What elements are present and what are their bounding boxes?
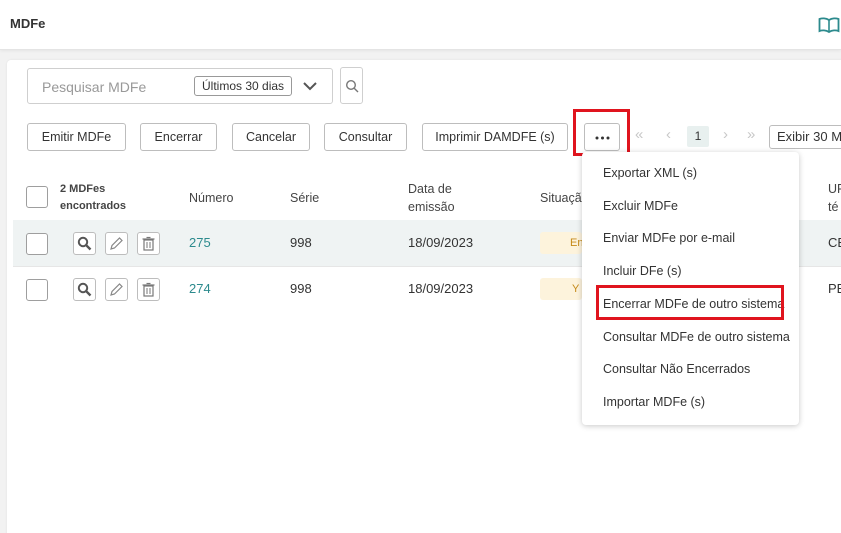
row-checkbox[interactable] xyxy=(26,279,48,301)
col-header-uf[interactable]: UF té xyxy=(828,180,841,216)
delete-button[interactable] xyxy=(137,232,160,255)
first-page-icon[interactable]: « xyxy=(635,126,643,143)
top-bar: MDFe xyxy=(0,0,841,50)
menu-item-incluir-dfe[interactable]: Incluir DFe (s) xyxy=(603,264,681,278)
emitir-mdfe-button[interactable]: Emitir MDFe xyxy=(27,123,126,151)
row-data: 18/09/2023 xyxy=(408,235,474,250)
menu-item-consultar-outro-sistema[interactable]: Consultar MDFe de outro sistema xyxy=(603,330,790,344)
search-input[interactable]: Pesquisar MDFe Últimos 30 dias xyxy=(27,68,333,104)
highlight-menu-item xyxy=(596,285,784,320)
magnifier-icon xyxy=(77,236,92,251)
book-open-icon[interactable] xyxy=(818,16,840,34)
pencil-icon xyxy=(110,237,123,250)
next-page-icon[interactable]: › xyxy=(723,126,728,143)
magnifier-icon xyxy=(77,282,92,297)
trash-icon xyxy=(142,282,155,297)
menu-item-importar-mdfe[interactable]: Importar MDFe (s) xyxy=(603,395,705,409)
last-page-icon[interactable]: » xyxy=(747,126,755,143)
select-all-checkbox[interactable] xyxy=(26,186,48,208)
search-button[interactable] xyxy=(340,67,363,104)
row-uf: PE xyxy=(828,281,841,296)
status-badge: En xyxy=(540,232,582,254)
period-filter[interactable]: Últimos 30 dias xyxy=(194,76,293,96)
row-checkbox[interactable] xyxy=(26,233,48,255)
highlight-more-actions xyxy=(573,109,630,156)
row-data: 18/09/2023 xyxy=(408,281,474,296)
col-header-data-emissao[interactable]: Data de emissão xyxy=(408,180,455,216)
encerrar-button[interactable]: Encerrar xyxy=(140,123,217,151)
view-button[interactable] xyxy=(73,278,96,301)
record-count: 2 MDFes encontrados xyxy=(60,183,127,212)
menu-item-excluir-mdfe[interactable]: Excluir MDFe xyxy=(603,199,678,213)
chevron-down-icon[interactable] xyxy=(302,79,318,93)
view-button[interactable] xyxy=(73,232,96,255)
trash-icon xyxy=(142,236,155,251)
delete-button[interactable] xyxy=(137,278,160,301)
current-page[interactable]: 1 xyxy=(687,126,709,147)
row-serie: 998 xyxy=(290,235,312,250)
pencil-icon xyxy=(110,283,123,296)
menu-item-exportar-xml[interactable]: Exportar XML (s) xyxy=(603,166,697,180)
col-header-serie[interactable]: Série xyxy=(290,189,319,207)
page-size-select[interactable]: Exibir 30 M xyxy=(769,125,841,149)
row-numero[interactable]: 274 xyxy=(189,281,211,296)
edit-button[interactable] xyxy=(105,278,128,301)
imprimir-damdfe-button[interactable]: Imprimir DAMDFE (s) xyxy=(422,123,568,151)
row-serie: 998 xyxy=(290,281,312,296)
prev-page-icon[interactable]: ‹ xyxy=(666,126,671,143)
status-badge: Y xyxy=(540,278,582,300)
col-header-numero[interactable]: Número xyxy=(189,189,233,207)
menu-item-enviar-email[interactable]: Enviar MDFe por e-mail xyxy=(603,231,735,245)
search-placeholder: Pesquisar MDFe xyxy=(42,79,147,95)
page-title: MDFe xyxy=(10,16,46,31)
cancelar-button[interactable]: Cancelar xyxy=(232,123,310,151)
search-icon xyxy=(345,79,359,93)
consultar-button[interactable]: Consultar xyxy=(324,123,407,151)
row-uf: CE xyxy=(828,235,841,250)
menu-item-consultar-nao-encerrados[interactable]: Consultar Não Encerrados xyxy=(603,362,750,376)
edit-button[interactable] xyxy=(105,232,128,255)
row-numero[interactable]: 275 xyxy=(189,235,211,250)
